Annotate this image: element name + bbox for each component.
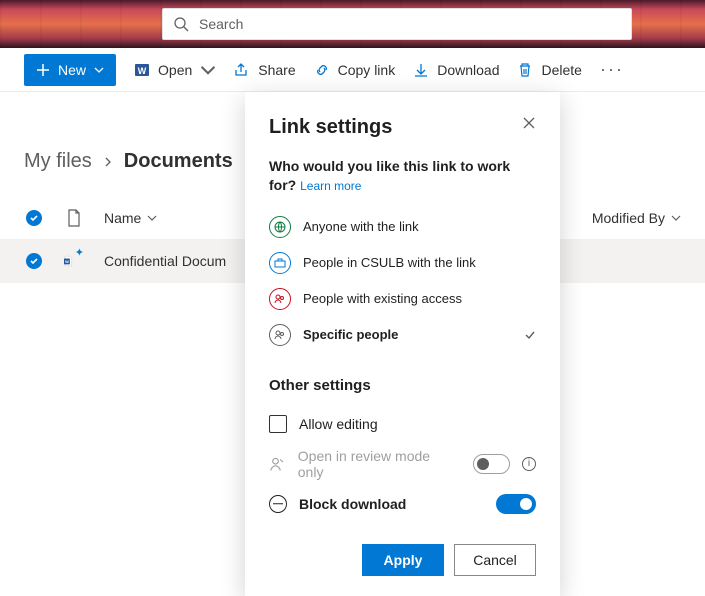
option-existing[interactable]: People with existing access — [269, 281, 536, 317]
chevron-down-icon — [147, 213, 157, 223]
file-icon — [67, 209, 81, 227]
option-anyone[interactable]: Anyone with the link — [269, 209, 536, 245]
info-icon[interactable]: i — [522, 457, 536, 471]
review-mode-toggle — [473, 454, 510, 474]
person-review-icon — [269, 455, 286, 473]
allow-editing-row[interactable]: Allow editing — [269, 404, 536, 444]
breadcrumb-root[interactable]: My files — [24, 150, 92, 173]
copy-link-label: Copy link — [338, 62, 396, 78]
svg-text:W: W — [138, 66, 147, 76]
share-icon — [234, 62, 250, 78]
block-download-row[interactable]: Block download — [269, 484, 536, 524]
close-button[interactable] — [522, 116, 536, 135]
plus-icon — [36, 63, 50, 77]
chevron-right-icon — [102, 156, 114, 168]
block-download-label: Block download — [299, 496, 406, 512]
breadcrumb-current: Documents — [124, 150, 233, 173]
chevron-down-icon — [200, 62, 216, 78]
checkbox-icon[interactable] — [269, 415, 287, 433]
option-label: People with existing access — [303, 291, 462, 306]
apply-button[interactable]: Apply — [362, 544, 444, 576]
review-mode-row: Open in review mode only i — [269, 444, 536, 484]
block-download-toggle[interactable] — [496, 494, 536, 514]
shared-indicator-icon: ✦ — [75, 246, 84, 268]
trash-icon — [517, 62, 533, 78]
search-icon — [173, 16, 189, 32]
panel-question: Who would you like this link to work for… — [269, 157, 536, 195]
column-name-label: Name — [104, 210, 141, 226]
panel-title: Link settings — [269, 116, 392, 139]
people-icon — [269, 288, 291, 310]
chevron-down-icon — [671, 213, 681, 223]
option-org[interactable]: People in CSULB with the link — [269, 245, 536, 281]
download-icon — [413, 62, 429, 78]
svg-text:W: W — [65, 259, 69, 264]
check-icon — [26, 253, 42, 269]
suite-header: Search — [0, 0, 705, 48]
check-icon — [26, 210, 42, 226]
column-icon-header — [64, 209, 84, 227]
option-label: People in CSULB with the link — [303, 255, 476, 270]
word-file-icon: W — [64, 250, 73, 272]
review-mode-label: Open in review mode only — [298, 448, 449, 480]
share-label: Share — [258, 62, 295, 78]
copy-link-button[interactable]: Copy link — [314, 62, 396, 78]
row-name-label: Confidential Docum — [104, 253, 226, 269]
people-icon — [269, 324, 291, 346]
download-button[interactable]: Download — [413, 62, 499, 78]
download-label: Download — [437, 62, 499, 78]
allow-editing-label: Allow editing — [299, 416, 378, 432]
select-all[interactable] — [24, 210, 44, 226]
row-file-icon: W ✦ — [64, 250, 84, 272]
open-button[interactable]: W Open — [134, 62, 216, 78]
search-input[interactable]: Search — [162, 8, 632, 40]
other-settings-heading: Other settings — [269, 377, 536, 394]
word-icon: W — [134, 62, 150, 78]
option-specific[interactable]: Specific people — [269, 317, 536, 353]
new-label: New — [58, 62, 86, 78]
block-icon — [269, 495, 287, 513]
checkmark-icon — [524, 329, 536, 341]
share-button[interactable]: Share — [234, 62, 295, 78]
close-icon — [522, 116, 536, 130]
option-label: Specific people — [303, 327, 398, 342]
search-placeholder: Search — [199, 16, 243, 32]
new-button[interactable]: New — [24, 54, 116, 86]
panel-buttons: Apply Cancel — [269, 544, 536, 576]
chevron-down-icon — [94, 65, 104, 75]
link-settings-panel: Link settings Who would you like this li… — [245, 92, 560, 596]
briefcase-icon — [269, 252, 291, 274]
delete-button[interactable]: Delete — [517, 62, 581, 78]
command-bar: New W Open Share Copy link Download Dele… — [0, 48, 705, 92]
column-modifiedby-header[interactable]: Modified By — [561, 210, 681, 226]
link-icon — [314, 62, 330, 78]
column-modby-label: Modified By — [592, 210, 665, 226]
option-label: Anyone with the link — [303, 219, 419, 234]
more-button[interactable]: ··· — [600, 59, 624, 80]
delete-label: Delete — [541, 62, 581, 78]
open-label: Open — [158, 62, 192, 78]
row-select[interactable] — [24, 253, 44, 269]
globe-icon — [269, 216, 291, 238]
learn-more-link[interactable]: Learn more — [300, 179, 361, 193]
cancel-button[interactable]: Cancel — [454, 544, 536, 576]
